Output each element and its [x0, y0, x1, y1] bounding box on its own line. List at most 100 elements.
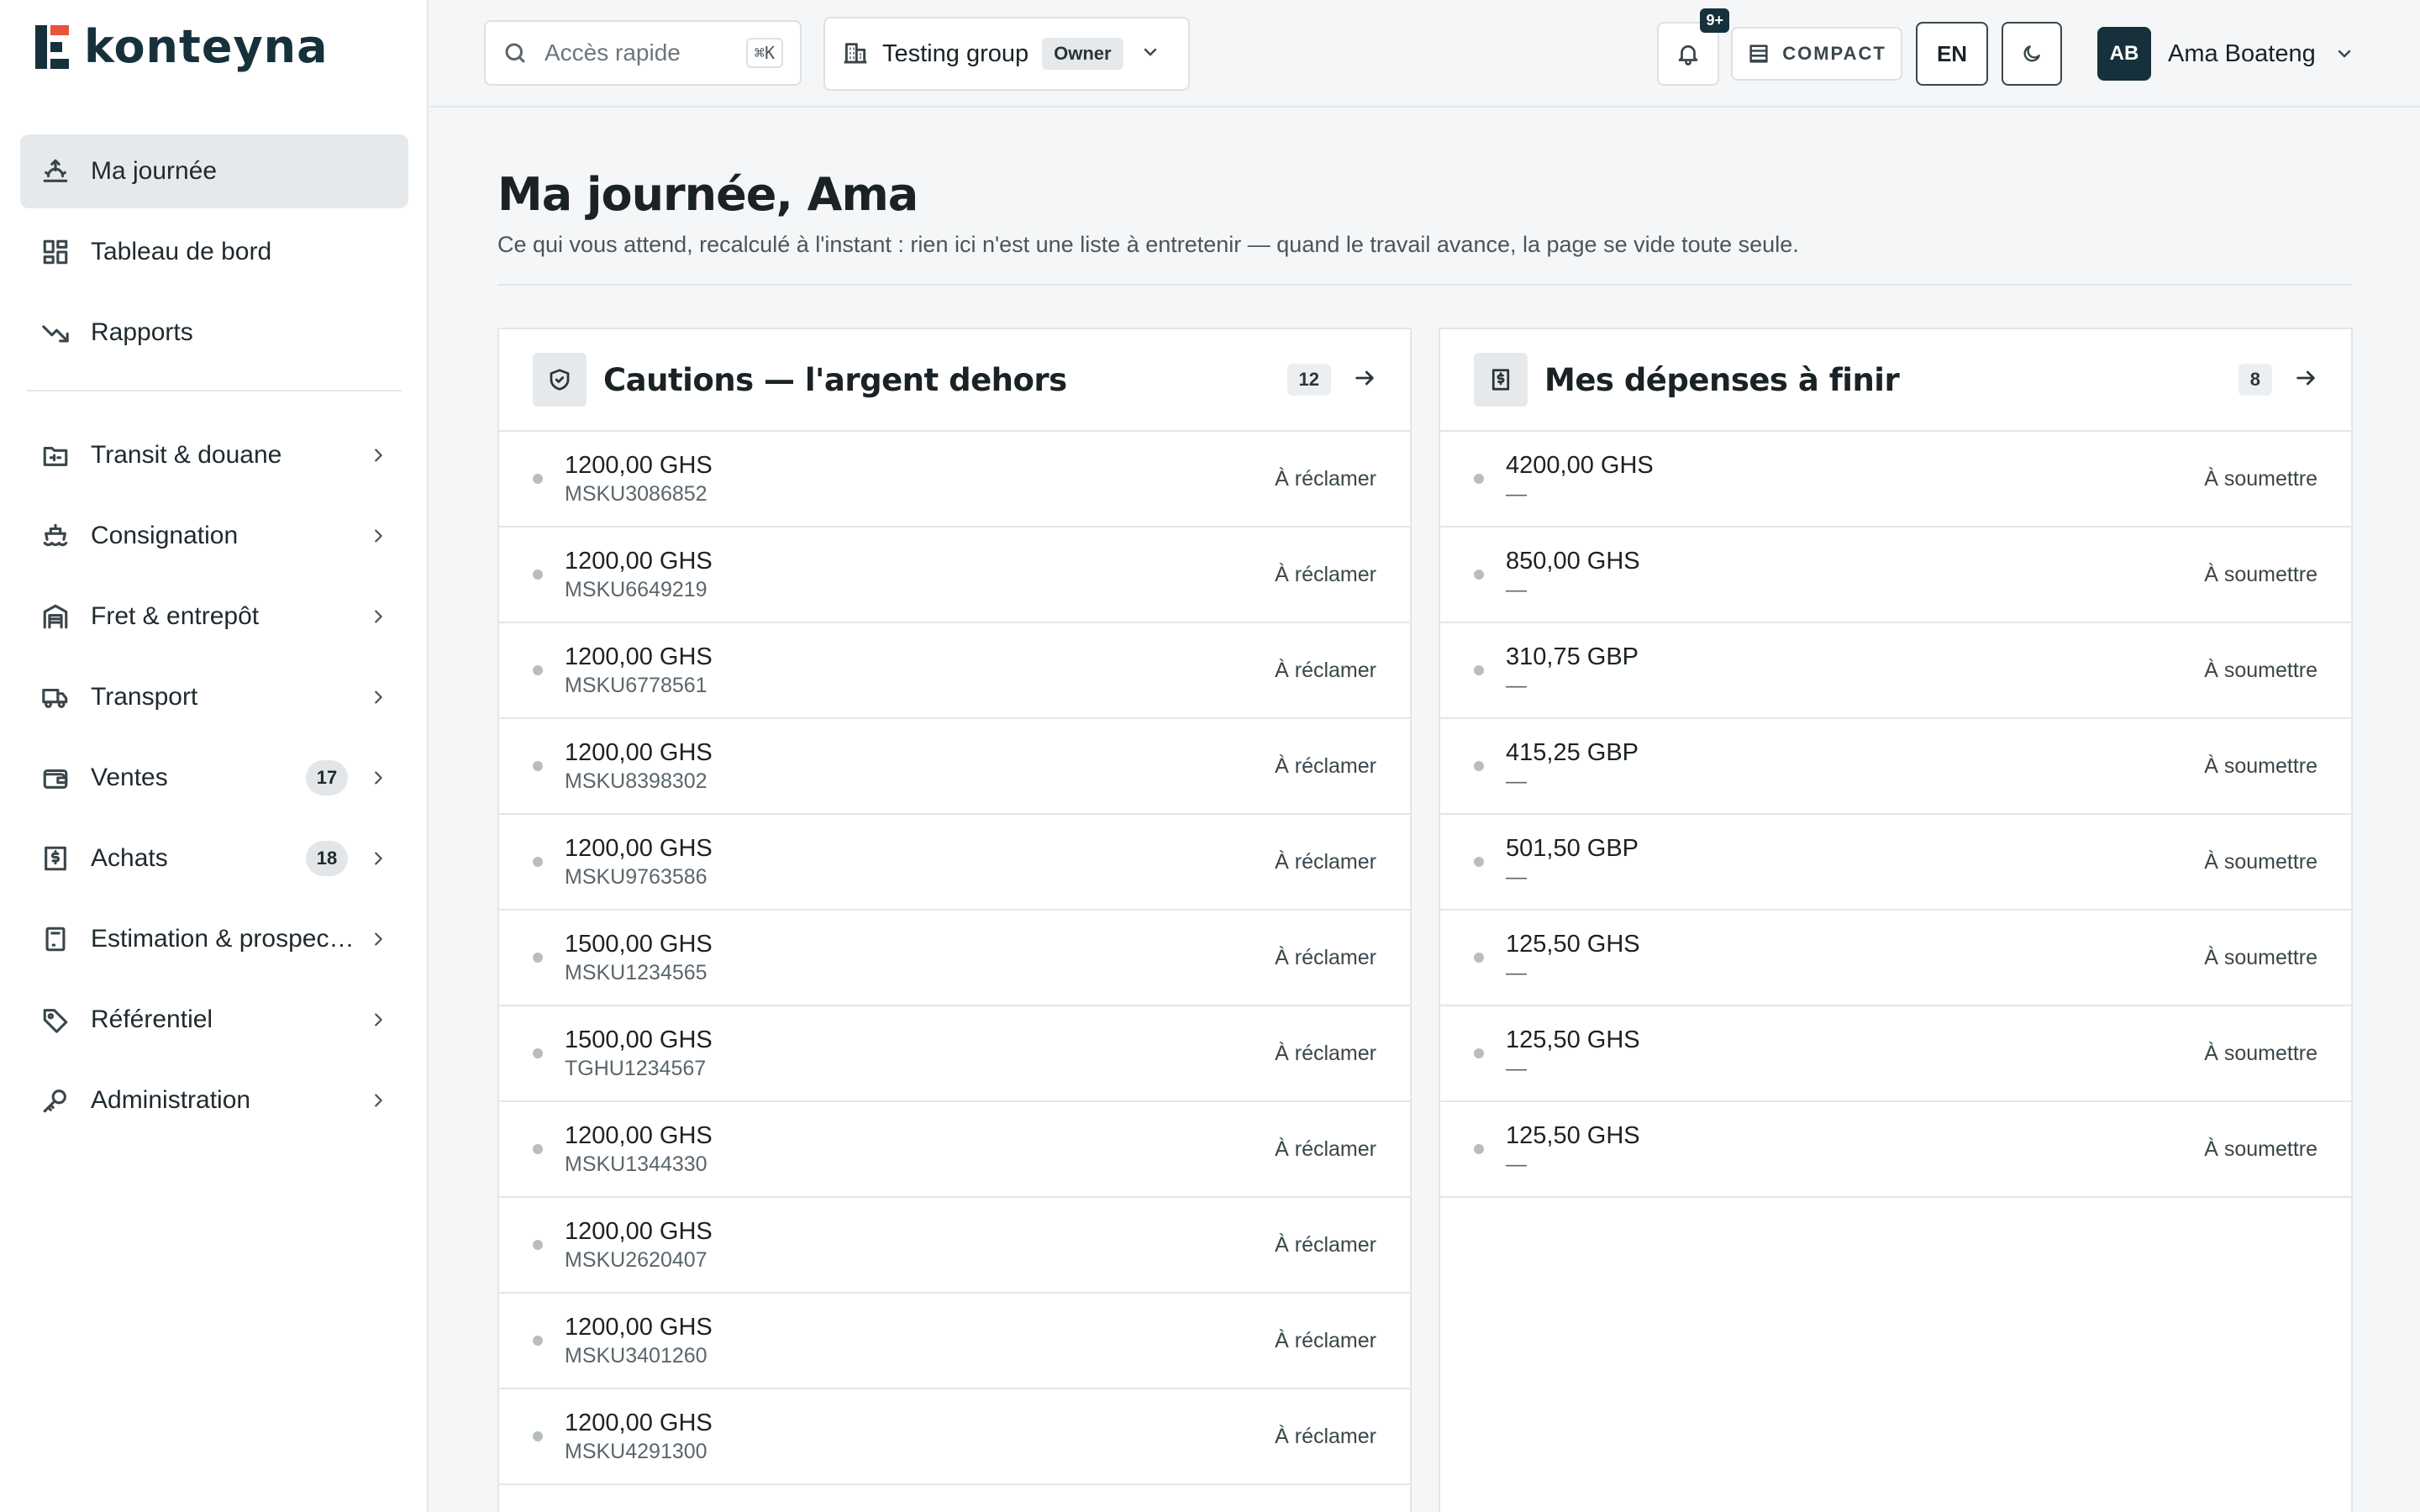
list-item[interactable]: 1200,00 GHS MSKU1344330 À réclamer	[499, 1102, 1410, 1198]
group-selector[interactable]: Testing group Owner	[823, 17, 1190, 91]
list-item[interactable]: 1200,00 GHS MSKU3401260 À réclamer	[499, 1294, 1410, 1389]
sidebar-item-estimation[interactable]: Estimation & prospec…	[20, 902, 408, 976]
row-main: 1200,00 GHS MSKU4291300	[565, 1408, 1275, 1465]
row-amount: 1200,00 GHS	[565, 643, 713, 670]
row-main: 1200,00 GHS MSKU6649219	[565, 546, 1275, 603]
row-amount: 125,50 GHS	[1506, 1122, 1640, 1149]
list-item[interactable]: 1200,00 GHS	[499, 1485, 1410, 1512]
panel-title: Cautions — l'argent dehors	[603, 361, 1067, 398]
user-name: Ama Boateng	[2168, 39, 2316, 67]
row-reference: MSKU3086852	[565, 482, 708, 506]
sidebar-item-achats[interactable]: Achats 18	[20, 822, 408, 895]
list-item[interactable]: 1200,00 GHS MSKU3086852 À réclamer	[499, 432, 1410, 528]
language-button[interactable]: EN	[1916, 22, 1988, 86]
list-item[interactable]: 501,50 GBP — À soumettre	[1440, 815, 2351, 911]
list-item[interactable]: 1500,00 GHS MSKU1234565 À réclamer	[499, 911, 1410, 1006]
row-reference: MSKU6649219	[565, 578, 708, 601]
arrow-right-icon[interactable]	[2294, 366, 2317, 394]
row-status: À réclamer	[1275, 1137, 1376, 1161]
row-amount: 1200,00 GHS	[565, 452, 713, 479]
list-item[interactable]: 1200,00 GHS MSKU8398302 À réclamer	[499, 719, 1410, 815]
calculator-icon	[40, 924, 71, 954]
sidebar-item-label: Achats	[91, 844, 168, 872]
chevron-right-icon	[368, 687, 388, 707]
sidebar-item-rapports[interactable]: Rapports	[20, 296, 408, 370]
avatar: AB	[2097, 27, 2151, 81]
row-status: À soumettre	[2204, 849, 2317, 874]
page-title: Ma journée, Ama	[497, 168, 918, 221]
row-amount: 1500,00 GHS	[565, 1026, 713, 1053]
row-reference: MSKU8398302	[565, 769, 708, 793]
sidebar-item-transport[interactable]: Transport	[20, 660, 408, 734]
logo[interactable]: konteyna	[35, 24, 329, 71]
sun-upload-icon	[40, 156, 71, 186]
chevron-right-icon	[368, 606, 388, 627]
list-item[interactable]: 125,50 GHS — À soumettre	[1440, 911, 2351, 1006]
row-amount: 1200,00 GHS	[565, 835, 713, 862]
status-dot	[533, 665, 543, 675]
status-dot	[533, 953, 543, 963]
chevron-right-icon	[368, 1010, 388, 1030]
row-reference: MSKU1344330	[565, 1152, 708, 1176]
arrow-right-icon[interactable]	[1353, 366, 1376, 394]
status-dot	[533, 1048, 543, 1058]
row-main: 1200,00 GHS MSKU2620407	[565, 1216, 1275, 1273]
notifications-button[interactable]: 9+	[1657, 8, 1729, 86]
shield-icon	[533, 353, 587, 407]
list-item[interactable]: 125,50 GHS — À soumettre	[1440, 1006, 2351, 1102]
row-status: À réclamer	[1275, 562, 1376, 586]
row-amount: 4200,00 GHS	[1506, 452, 1654, 479]
sidebar-item-ventes[interactable]: Ventes 17	[20, 741, 408, 815]
sidebar-item-fret-entrepot[interactable]: Fret & entrepôt	[20, 580, 408, 654]
sidebar-item-label: Transit & douane	[91, 441, 282, 469]
row-main: 4200,00 GHS —	[1506, 450, 2204, 507]
list-item[interactable]: 1200,00 GHS MSKU4291300 À réclamer	[499, 1389, 1410, 1485]
sidebar-item-consignation[interactable]: Consignation	[20, 499, 408, 573]
row-amount: 1200,00 GHS	[565, 1314, 713, 1341]
list-item[interactable]: 1200,00 GHS MSKU2620407 À réclamer	[499, 1198, 1410, 1294]
search-placeholder: Accès rapide	[544, 39, 681, 66]
receipt-dollar-icon	[40, 843, 71, 874]
list-item[interactable]: 1200,00 GHS MSKU6649219 À réclamer	[499, 528, 1410, 623]
list-item[interactable]: 125,50 GHS — À soumettre	[1440, 1102, 2351, 1198]
theme-toggle-button[interactable]	[2002, 22, 2062, 86]
list-item[interactable]: 310,75 GBP — À soumettre	[1440, 623, 2351, 719]
compact-toggle-button[interactable]: COMPACT	[1731, 27, 1902, 81]
panel-count-badge: 12	[1286, 364, 1331, 396]
row-status: À soumettre	[2204, 466, 2317, 491]
status-dot	[533, 1144, 543, 1154]
row-status: À réclamer	[1275, 658, 1376, 682]
row-main: 125,50 GHS —	[1506, 929, 2204, 986]
row-amount: 1200,00 GHS	[565, 1410, 713, 1436]
row-main: 415,25 GBP —	[1506, 738, 2204, 795]
row-amount: 125,50 GHS	[1506, 931, 1640, 958]
row-status: À réclamer	[1275, 1232, 1376, 1257]
sidebar-item-referentiel[interactable]: Référentiel	[20, 983, 408, 1057]
row-status: À réclamer	[1275, 945, 1376, 969]
sidebar-item-ma-journee[interactable]: Ma journée	[20, 134, 408, 208]
user-menu[interactable]: AB Ama Boateng	[2097, 27, 2354, 81]
list-item[interactable]: 850,00 GHS — À soumettre	[1440, 528, 2351, 623]
sidebar-item-label: Transport	[91, 683, 198, 711]
list-item[interactable]: 4200,00 GHS — À soumettre	[1440, 432, 2351, 528]
sidebar-item-transit-douane[interactable]: Transit & douane	[20, 418, 408, 492]
quick-search[interactable]: Accès rapide ⌘K	[484, 20, 802, 86]
list-item[interactable]: 1200,00 GHS MSKU6778561 À réclamer	[499, 623, 1410, 719]
list-item[interactable]: 1200,00 GHS MSKU9763586 À réclamer	[499, 815, 1410, 911]
sidebar-item-administration[interactable]: Administration	[20, 1063, 408, 1137]
row-status: À réclamer	[1275, 1424, 1376, 1448]
receipt-dollar-icon	[1474, 353, 1528, 407]
sidebar-item-tableau-de-bord[interactable]: Tableau de bord	[20, 215, 408, 289]
grid-icon	[40, 237, 71, 267]
logo-text: konteyna	[84, 20, 329, 73]
status-dot	[1474, 570, 1484, 580]
row-amount: 125,50 GHS	[1506, 1026, 1640, 1053]
role-badge: Owner	[1042, 38, 1123, 70]
list-item[interactable]: 1500,00 GHS TGHU1234567 À réclamer	[499, 1006, 1410, 1102]
wallet-icon	[40, 763, 71, 793]
row-reference: MSKU9763586	[565, 865, 708, 889]
list-icon	[1749, 45, 1768, 63]
sidebar: konteyna Ma journée Tableau de bord Rapp…	[0, 0, 429, 1512]
row-main: 1500,00 GHS MSKU1234565	[565, 929, 1275, 986]
list-item[interactable]: 415,25 GBP — À soumettre	[1440, 719, 2351, 815]
